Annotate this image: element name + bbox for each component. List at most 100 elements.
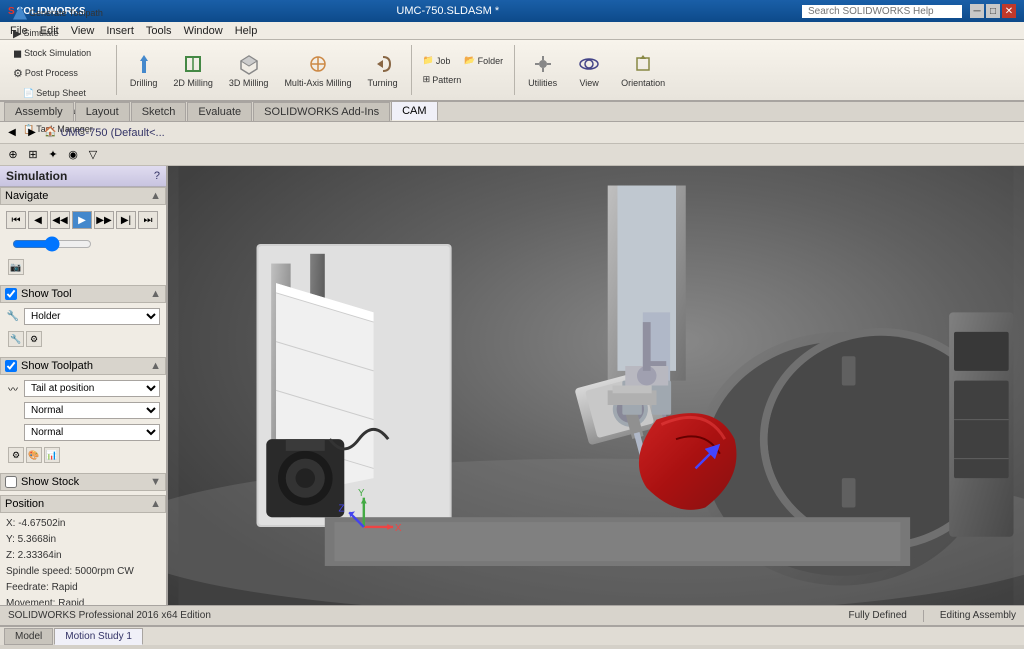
milling-3d-button[interactable]: 3D Milling	[222, 48, 276, 92]
show-tool-header[interactable]: Show Tool ▲	[0, 285, 166, 303]
utilities-label: Utilities	[528, 78, 557, 88]
tab-assembly[interactable]: Assembly	[4, 102, 74, 121]
post-process-icon: ⚙	[13, 67, 23, 80]
icon-strip-btn-2[interactable]: ⊞	[24, 146, 42, 164]
close-button[interactable]: ✕	[1002, 4, 1016, 18]
toolpath-extra-icons: ⚙ 🎨 📊	[4, 445, 162, 465]
icon-strip-btn-5[interactable]: ▽	[84, 146, 102, 164]
job-label: Job	[436, 56, 451, 66]
pos-x-value: X: -4.67502in	[6, 518, 66, 529]
pattern-button[interactable]: ⊞ Pattern	[418, 71, 467, 88]
pos-y-value: Y: 5.3668in	[6, 534, 56, 545]
nav-play-button[interactable]: ▶	[72, 211, 92, 229]
toolpath-speed1-dropdown[interactable]: Normal Fast Slow	[24, 402, 160, 419]
help-icon[interactable]: ?	[154, 170, 160, 182]
nav-play-fast-button[interactable]: ▶▶	[94, 211, 114, 229]
tool-icon-btn-1[interactable]: 🔧	[8, 331, 24, 347]
generate-toolpath-button[interactable]: Generate Toolpath	[8, 3, 108, 23]
position-section-header[interactable]: Position ▲	[0, 495, 166, 513]
icon-strip-btn-3[interactable]: ✦	[44, 146, 62, 164]
movement-value: Movement: Rapid	[6, 598, 84, 605]
show-stock-collapse-icon: ▼	[150, 476, 161, 488]
folder-button[interactable]: 📂 Folder	[459, 52, 508, 69]
tab-cam[interactable]: CAM	[391, 101, 437, 121]
toolbar-row-1: 📁 Job 📂 Folder	[418, 52, 508, 69]
toolpath-icon-btn-3[interactable]: 📊	[44, 447, 60, 463]
maximize-button[interactable]: □	[986, 4, 1000, 18]
main-toolbar: Generate Toolpath ▶ Simulate ◼ Stock Sim…	[0, 40, 1024, 102]
nav-play-back-button[interactable]: ◀◀	[50, 211, 70, 229]
menu-tools[interactable]: Tools	[140, 23, 178, 39]
back-icon[interactable]: ◀	[4, 125, 20, 141]
tab-layout[interactable]: Layout	[75, 102, 130, 121]
toolbar-right-section: 📁 Job 📂 Folder ⊞ Pattern	[416, 50, 510, 90]
toolpath-icon-btn-2[interactable]: 🎨	[26, 447, 42, 463]
toolpath-icon-btn-1[interactable]: ⚙	[8, 447, 24, 463]
motion-study-tab[interactable]: Motion Study 1	[54, 628, 143, 645]
nav-step-fwd-button[interactable]: ▶|	[116, 211, 136, 229]
drilling-icon	[132, 52, 156, 76]
forward-icon[interactable]: ▶	[24, 125, 40, 141]
generate-label: Generate Toolpath	[29, 8, 103, 18]
turning-icon	[371, 52, 395, 76]
simulate-button[interactable]: ▶ Simulate	[8, 24, 108, 43]
stock-simulation-button[interactable]: ◼ Stock Simulation	[8, 44, 108, 63]
pattern-icon: ⊞	[423, 74, 431, 85]
show-stock-checkbox[interactable]	[5, 476, 17, 488]
nav-step-back-button[interactable]: ◀	[28, 211, 48, 229]
viewport-background: X Y Z	[168, 166, 1024, 605]
show-toolpath-header[interactable]: Show Toolpath ▲	[0, 357, 166, 375]
toolpath-speed2-dropdown[interactable]: Normal Fast Slow	[24, 424, 160, 441]
multi-axis-label: Multi-Axis Milling	[284, 78, 351, 88]
tab-sketch[interactable]: Sketch	[131, 102, 187, 121]
turning-button[interactable]: Turning	[360, 48, 404, 92]
icon-strip-btn-4[interactable]: ◉	[64, 146, 82, 164]
breadcrumb: UMC-750 (Default<...	[60, 127, 164, 139]
simulate-label: Simulate	[23, 28, 58, 38]
menu-help[interactable]: Help	[229, 23, 264, 39]
post-process-button[interactable]: ⚙ Post Process	[8, 64, 108, 83]
orientation-button[interactable]: Orientation	[614, 48, 672, 92]
speed-slider[interactable]	[12, 240, 92, 248]
job-button[interactable]: 📁 Job	[418, 52, 456, 69]
machining-ops-section: Drilling 2D Milling 3D Milling Multi-Axi…	[121, 46, 407, 94]
show-stock-header[interactable]: Show Stock ▼	[0, 473, 166, 491]
view-icon	[577, 52, 601, 76]
show-stock-header-content: Show Stock	[5, 476, 79, 488]
icon-strip-btn-1[interactable]: ⊕	[4, 146, 22, 164]
model-tab[interactable]: Model	[4, 628, 53, 645]
nav-to-end-button[interactable]: ⏭	[138, 211, 158, 229]
setup-sheet-button[interactable]: 📄 Setup Sheet	[18, 85, 98, 102]
minimize-button[interactable]: ─	[970, 4, 984, 18]
camera-button[interactable]: 📷	[8, 259, 24, 275]
tab-evaluate[interactable]: Evaluate	[187, 102, 252, 121]
utilities-icon	[531, 52, 555, 76]
show-tool-checkbox[interactable]	[5, 288, 17, 300]
milling-2d-button[interactable]: 2D Milling	[166, 48, 220, 92]
tool-icon-btn-2[interactable]: ⚙	[26, 331, 42, 347]
window-controls: ─ □ ✕	[970, 4, 1016, 18]
tool-type-dropdown[interactable]: Holder Tool Both None	[24, 308, 160, 325]
utilities-button[interactable]: Utilities	[521, 48, 564, 92]
panel-title: Simulation	[6, 169, 67, 183]
show-toolpath-checkbox[interactable]	[5, 360, 17, 372]
show-toolpath-section: 〰 Tail at position Full path None Normal…	[0, 375, 166, 469]
drilling-button[interactable]: Drilling	[123, 48, 165, 92]
navigate-section-header[interactable]: Navigate ▲	[0, 187, 166, 205]
nav-to-start-button[interactable]: ⏮	[6, 211, 26, 229]
3d-viewport[interactable]: X Y Z	[168, 166, 1024, 605]
svg-text:X: X	[395, 523, 402, 534]
multi-axis-button[interactable]: Multi-Axis Milling	[277, 48, 358, 92]
pos-y-row: Y: 5.3668in	[4, 533, 162, 546]
search-input[interactable]	[802, 5, 962, 18]
toolpath-display-dropdown[interactable]: Tail at position Full path None	[24, 380, 160, 397]
tab-solidworks-addins[interactable]: SOLIDWORKS Add-Ins	[253, 102, 390, 121]
bottom-tabs: Model Motion Study 1	[0, 625, 1024, 645]
view-button[interactable]: View	[570, 48, 608, 92]
setup-sheet-label: Setup Sheet	[36, 88, 86, 98]
show-tool-label: Show Tool	[21, 288, 72, 300]
machine-scene-svg: X Y Z	[168, 166, 1024, 605]
menu-window[interactable]: Window	[178, 23, 229, 39]
show-tool-section: 🔧 Holder Tool Both None 🔧 ⚙	[0, 303, 166, 353]
tool-icon: 🔧	[6, 310, 20, 324]
